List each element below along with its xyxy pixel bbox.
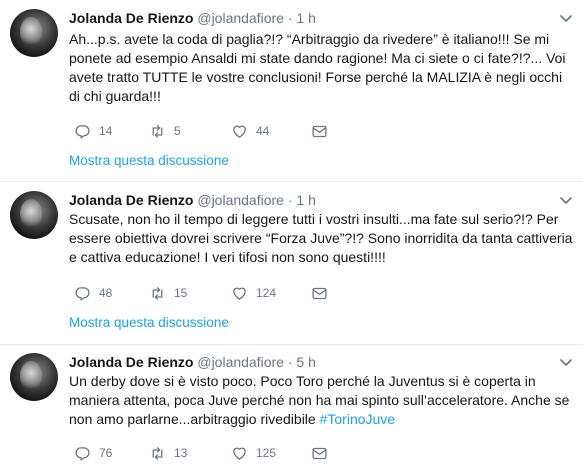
display-name[interactable]: Jolanda De Rienzo	[69, 354, 193, 370]
timestamp[interactable]: 1 h	[296, 192, 315, 208]
reply-icon	[75, 446, 90, 461]
tweet[interactable]: Jolanda De Rienzo @jolandafiore · 1 h Sc…	[0, 182, 583, 349]
display-name[interactable]: Jolanda De Rienzo	[69, 10, 193, 26]
direct-message-button[interactable]	[311, 443, 328, 463]
separator-dot: ·	[287, 10, 293, 26]
like-count: 125	[256, 446, 277, 460]
tweet-text: Scusate, non ho il tempo di leggere tutt…	[69, 210, 574, 267]
separator-dot: ·	[287, 192, 293, 208]
reply-button[interactable]: 14	[74, 121, 112, 141]
chevron-down-icon[interactable]	[559, 355, 573, 369]
display-name[interactable]: Jolanda De Rienzo	[69, 192, 193, 208]
chevron-down-icon[interactable]	[559, 11, 573, 25]
tweet-actions: 14 5 44	[69, 121, 469, 141]
retweet-count: 15	[174, 286, 188, 300]
like-count: 124	[256, 286, 277, 300]
reply-icon	[75, 286, 90, 301]
tweet[interactable]: Jolanda De Rienzo @jolandafiore · 1 h Ah…	[0, 0, 583, 181]
avatar[interactable]	[10, 9, 58, 57]
reply-icon	[75, 124, 90, 139]
reply-button[interactable]: 48	[74, 283, 112, 303]
direct-message-button[interactable]	[311, 283, 328, 303]
avatar[interactable]	[10, 191, 58, 239]
like-button[interactable]: 125	[231, 443, 276, 463]
reply-count: 76	[99, 446, 113, 460]
tweet-body: Scusate, non ho il tempo di leggere tutt…	[69, 211, 573, 265]
tweet-header: Jolanda De Rienzo @jolandafiore · 1 h	[69, 9, 316, 27]
retweet-button[interactable]: 13	[149, 443, 187, 463]
retweet-count: 13	[174, 446, 188, 460]
avatar[interactable]	[10, 353, 58, 401]
tweet-header: Jolanda De Rienzo @jolandafiore · 1 h	[69, 191, 316, 209]
like-button[interactable]: 124	[231, 283, 276, 303]
user-handle[interactable]: @jolandafiore	[197, 192, 284, 208]
envelope-icon	[312, 125, 327, 137]
user-handle[interactable]: @jolandafiore	[197, 354, 284, 370]
hashtag-link[interactable]: #TorinoJuve	[320, 411, 396, 427]
retweet-count: 5	[174, 124, 181, 138]
reply-count: 14	[99, 124, 113, 138]
retweet-icon	[152, 286, 163, 300]
tweet-actions: 76 13 125	[69, 443, 469, 463]
heart-icon	[233, 125, 246, 138]
retweet-icon	[152, 124, 163, 138]
tweet-feed: Jolanda De Rienzo @jolandafiore · 1 h Ah…	[0, 0, 583, 470]
envelope-icon	[312, 287, 327, 299]
timestamp[interactable]: 5 h	[296, 354, 315, 370]
reply-count: 48	[99, 286, 113, 300]
chevron-down-icon[interactable]	[559, 193, 573, 207]
user-handle[interactable]: @jolandafiore	[197, 10, 284, 26]
show-thread-link[interactable]: Mostra questa discussione	[69, 315, 229, 330]
tweet-text: Ah...p.s. avete la coda di paglia?!? “Ar…	[69, 30, 574, 106]
tweet-text: Un derby dove si è visto poco. Poco Toro…	[69, 372, 574, 429]
retweet-button[interactable]: 5	[149, 121, 181, 141]
retweet-button[interactable]: 15	[149, 283, 187, 303]
tweet-header: Jolanda De Rienzo @jolandafiore · 5 h	[69, 353, 316, 371]
like-button[interactable]: 44	[231, 121, 269, 141]
tweet-body: Ah...p.s. avete la coda di paglia?!? “Ar…	[69, 31, 566, 104]
tweet[interactable]: Jolanda De Rienzo @jolandafiore · 5 h Un…	[0, 345, 583, 470]
timestamp[interactable]: 1 h	[296, 10, 315, 26]
separator-dot: ·	[287, 354, 293, 370]
reply-button[interactable]: 76	[74, 443, 112, 463]
heart-icon	[233, 287, 246, 300]
like-count: 44	[256, 124, 270, 138]
direct-message-button[interactable]	[311, 121, 328, 141]
tweet-actions: 48 15 124	[69, 283, 469, 303]
envelope-icon	[312, 447, 327, 459]
retweet-icon	[152, 446, 163, 460]
show-thread-link[interactable]: Mostra questa discussione	[69, 153, 229, 168]
heart-icon	[233, 447, 246, 460]
